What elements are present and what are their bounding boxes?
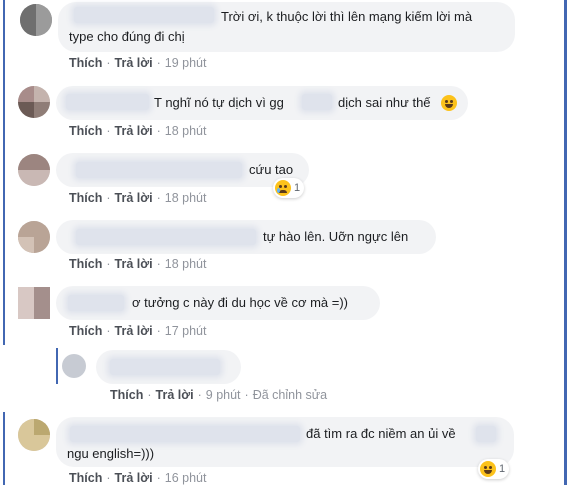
avatar[interactable] — [62, 354, 86, 378]
comment-text: Trời ơi, k thuộc lời thì lên mạng kiếm l… — [221, 9, 473, 24]
like-link[interactable]: Thích — [69, 56, 102, 70]
like-link[interactable]: Thích — [69, 124, 102, 138]
like-link[interactable]: Thích — [69, 191, 102, 205]
comment-actions: Thích · Trả lời · 18 phút — [69, 257, 207, 271]
edited-label[interactable]: Đã chỉnh sửa — [253, 388, 327, 402]
reply-link[interactable]: Trả lời — [115, 324, 153, 338]
like-link[interactable]: Thích — [69, 257, 102, 271]
redacted-word — [302, 94, 332, 110]
like-link[interactable]: Thích — [110, 388, 143, 402]
comment-text: ơ tưởng c này đi du học về cơ mà =)) — [132, 295, 349, 310]
comment-bubble: đã tìm ra đc niềm an ủi về ngu english=)… — [56, 417, 514, 467]
comment-actions: Thích · Trả lời · 18 phút — [69, 124, 207, 138]
laughing-emoji-icon — [480, 461, 496, 477]
comment-actions: Thích · Trả lời · 9 phút · Đã chỉnh sửa — [110, 388, 328, 402]
redacted-name — [74, 7, 214, 23]
thread-line-left — [3, 0, 5, 345]
comment-bubble: Trời ơi, k thuộc lời thì lên mạng kiếm l… — [58, 2, 515, 52]
reply-link[interactable]: Trả lời — [115, 257, 153, 271]
timestamp[interactable]: 18 phút — [165, 257, 207, 271]
reaction-badge[interactable]: 1 — [478, 459, 510, 479]
avatar[interactable] — [20, 4, 52, 36]
comment-text: T nghĩ nó tự dịch vì gg — [154, 95, 284, 110]
avatar[interactable] — [18, 154, 50, 186]
timestamp[interactable]: 18 phút — [165, 124, 207, 138]
comment-text-after: dịch sai như thế — [338, 95, 431, 110]
comment-text: đã tìm ra đc niềm an ủi về — [306, 426, 456, 441]
reaction-count: 1 — [294, 182, 301, 194]
comment-bubble — [96, 350, 241, 384]
avatar[interactable] — [18, 86, 50, 118]
reaction-badge[interactable]: 1 — [273, 178, 305, 198]
timestamp[interactable]: 17 phút — [165, 324, 207, 338]
comment-text: tự hào lên. Uỡn ngực lên — [263, 229, 409, 244]
reply-link[interactable]: Trả lời — [115, 471, 153, 485]
avatar[interactable] — [18, 287, 50, 319]
redacted-name — [70, 426, 300, 442]
redacted-name — [76, 162, 242, 178]
redacted-name — [66, 94, 149, 110]
like-link[interactable]: Thích — [69, 324, 102, 338]
comment-actions: Thích · Trả lời · 17 phút — [69, 324, 207, 338]
reaction-count: 1 — [499, 463, 506, 475]
comment-bubble: ơ tưởng c này đi du học về cơ mà =)) — [56, 286, 380, 320]
comment-bubble: T nghĩ nó tự dịch vì gg dịch sai như thế — [56, 86, 468, 120]
comment-text-line2: ngu english=))) — [67, 446, 155, 461]
timestamp[interactable]: 9 phút — [206, 388, 241, 402]
timestamp[interactable]: 18 phút — [165, 191, 207, 205]
comment-actions: Thích · Trả lời · 18 phút — [69, 191, 207, 205]
redacted-word — [476, 426, 496, 442]
timestamp[interactable]: 19 phút — [165, 56, 207, 70]
reply-link[interactable]: Trả lời — [115, 124, 153, 138]
comment-text-line2: type cho đúng đi chị — [69, 29, 185, 44]
redacted-name — [76, 229, 256, 245]
comment-text: cứu tao — [249, 162, 294, 177]
avatar[interactable] — [18, 419, 50, 451]
avatar[interactable] — [18, 221, 50, 253]
sad-emoji-icon — [275, 180, 291, 196]
laughing-emoji-icon — [441, 95, 457, 111]
comment-actions: Thích · Trả lời · 19 phút — [69, 56, 207, 70]
timestamp[interactable]: 16 phút — [165, 471, 207, 485]
reply-link[interactable]: Trả lời — [115, 56, 153, 70]
comment-actions: Thích · Trả lời · 16 phút — [69, 471, 207, 485]
like-link[interactable]: Thích — [69, 471, 102, 485]
comment-bubble: cứu tao — [56, 153, 309, 187]
reply-link[interactable]: Trả lời — [115, 191, 153, 205]
redacted-name — [68, 295, 124, 311]
reply-link[interactable]: Trả lời — [156, 388, 194, 402]
thread-line-reply — [56, 348, 58, 384]
redacted-name — [110, 359, 220, 375]
comment-bubble: tự hào lên. Uỡn ngực lên — [56, 220, 436, 254]
thread-line-left-bottom — [3, 412, 5, 485]
